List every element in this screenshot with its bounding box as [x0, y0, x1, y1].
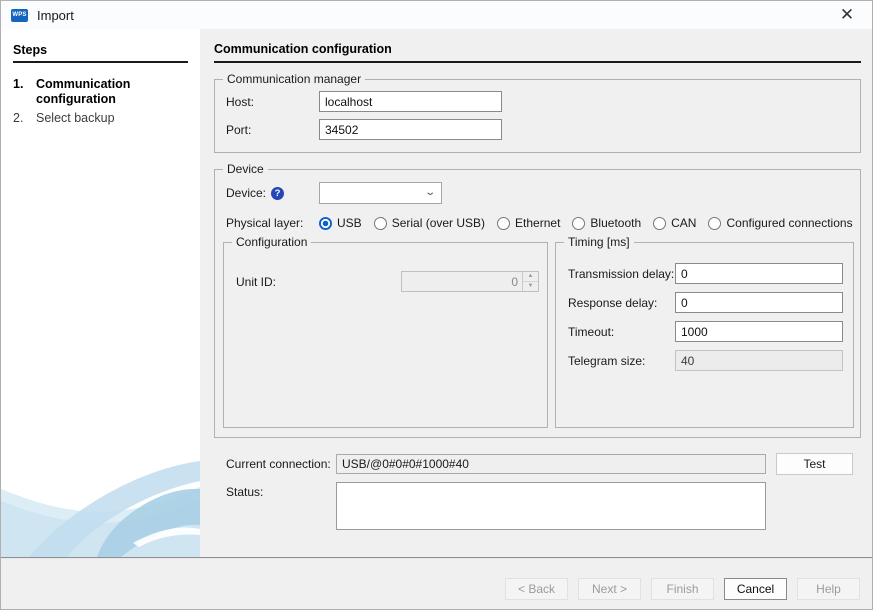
response-delay-input[interactable]	[675, 292, 843, 313]
timeout-input[interactable]	[675, 321, 843, 342]
device-group: Device Device: ? ⌄ Physical layer:	[214, 169, 861, 438]
host-input[interactable]	[319, 91, 502, 112]
telegram-size-input	[675, 350, 843, 371]
step-item-select-backup: 2. Select backup	[13, 111, 190, 126]
steps-list: 1. Communication configuration 2. Select…	[1, 77, 200, 126]
radio-label: CAN	[671, 216, 696, 230]
timing-group: Timing [ms] Transmission delay: Response…	[555, 242, 854, 428]
radio-configured-connections[interactable]: Configured connections	[708, 216, 852, 230]
communication-manager-group: Communication manager Host: Port:	[214, 79, 861, 153]
group-legend: Device	[223, 162, 268, 177]
spinner-arrows: ▲ ▼	[522, 272, 538, 291]
radio-button-icon	[653, 217, 666, 230]
transmission-delay-label: Transmission delay:	[568, 267, 675, 281]
step-number: 2.	[13, 111, 36, 126]
help-icon[interactable]: ?	[271, 187, 284, 200]
group-legend: Timing [ms]	[564, 235, 634, 250]
radio-label: Serial (over USB)	[392, 216, 485, 230]
unit-id-input	[402, 272, 522, 291]
group-legend: Communication manager	[223, 72, 365, 87]
step-item-communication-configuration: 1. Communication configuration	[13, 77, 190, 107]
close-icon[interactable]: ✕	[836, 4, 858, 26]
telegram-size-label: Telegram size:	[568, 354, 675, 368]
configuration-group: Configuration Unit ID: ▲ ▼	[223, 242, 548, 428]
radio-label: USB	[337, 216, 362, 230]
radio-ethernet[interactable]: Ethernet	[497, 216, 560, 230]
radio-button-icon	[374, 217, 387, 230]
finish-button: Finish	[651, 578, 714, 600]
status-field[interactable]	[336, 482, 766, 530]
group-legend: Configuration	[232, 235, 311, 250]
response-delay-label: Response delay:	[568, 296, 675, 310]
chevron-down-icon: ⌄	[424, 188, 436, 198]
spin-up-icon: ▲	[523, 272, 538, 282]
current-connection-label: Current connection:	[226, 457, 336, 471]
radio-usb[interactable]: USB	[319, 216, 362, 230]
physical-layer-label: Physical layer:	[226, 216, 319, 230]
test-button[interactable]: Test	[776, 453, 853, 475]
next-button: Next >	[578, 578, 641, 600]
transmission-delay-input[interactable]	[675, 263, 843, 284]
radio-button-icon	[319, 217, 332, 230]
app-icon: WPS	[11, 9, 28, 22]
radio-label: Ethernet	[515, 216, 560, 230]
main-panel: Communication configuration Communicatio…	[200, 29, 872, 557]
port-label: Port:	[226, 123, 319, 137]
wizard-footer: < Back Next > Finish Cancel Help	[1, 557, 872, 609]
host-label: Host:	[226, 95, 319, 109]
status-label: Status:	[226, 482, 336, 499]
steps-sidebar: Steps 1. Communication configuration 2. …	[1, 29, 200, 557]
radio-label: Bluetooth	[590, 216, 641, 230]
radio-can[interactable]: CAN	[653, 216, 696, 230]
help-button: Help	[797, 578, 860, 600]
step-label: Select backup	[36, 111, 115, 126]
unit-id-label: Unit ID:	[236, 275, 401, 289]
physical-layer-radio-group: USB Serial (over USB) Ethernet Blue	[319, 216, 853, 230]
titlebar: WPS Import ✕	[1, 1, 872, 29]
page-title: Communication configuration	[214, 42, 861, 63]
steps-heading: Steps	[13, 43, 188, 63]
port-input[interactable]	[319, 119, 502, 140]
back-button: < Back	[505, 578, 568, 600]
radio-bluetooth[interactable]: Bluetooth	[572, 216, 641, 230]
cancel-button[interactable]: Cancel	[724, 578, 787, 600]
spin-down-icon: ▼	[523, 282, 538, 291]
radio-serial-over-usb[interactable]: Serial (over USB)	[374, 216, 485, 230]
radio-label: Configured connections	[726, 216, 852, 230]
device-label: Device:	[226, 186, 266, 200]
device-select[interactable]: ⌄	[319, 182, 442, 204]
import-wizard-window: WPS Import ✕ Steps 1. Communication conf…	[0, 0, 873, 610]
timeout-label: Timeout:	[568, 325, 675, 339]
unit-id-stepper: ▲ ▼	[401, 271, 539, 292]
radio-button-icon	[708, 217, 721, 230]
window-title: Import	[37, 8, 74, 23]
step-label: Communication configuration	[36, 77, 190, 107]
step-number: 1.	[13, 77, 36, 107]
radio-button-icon	[572, 217, 585, 230]
decorative-swirl-graphic	[1, 437, 200, 557]
radio-button-icon	[497, 217, 510, 230]
current-connection-field	[336, 454, 766, 474]
